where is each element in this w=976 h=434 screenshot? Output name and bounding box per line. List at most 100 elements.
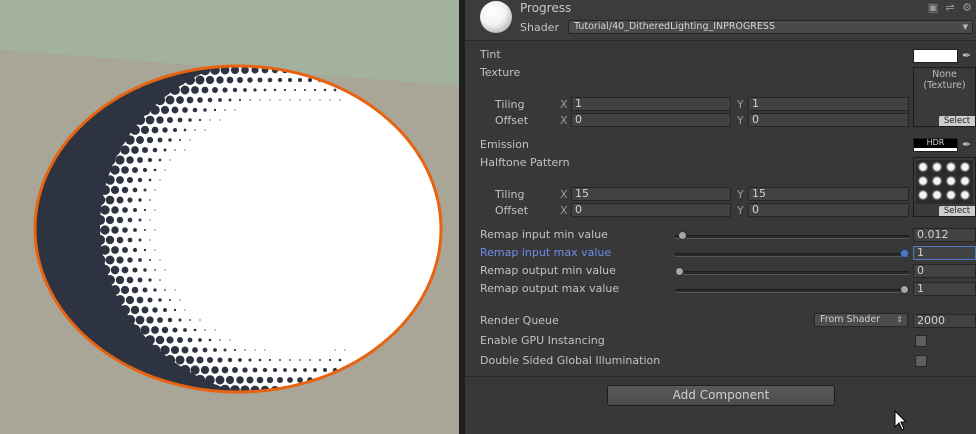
halftone-dot: [157, 317, 163, 323]
slider-value-field[interactable]: 0.012: [913, 228, 976, 242]
halftone-dot: [228, 98, 232, 102]
halftone-texture-slot[interactable]: Select: [913, 157, 976, 217]
halftone-dot: [268, 358, 272, 362]
tint-color-swatch[interactable]: [913, 49, 958, 63]
halftone-dot: [153, 288, 157, 292]
halftone-dot: [193, 328, 197, 332]
halftone-dot: [155, 335, 165, 345]
halftone-dot: [213, 348, 217, 352]
halftone-dot: [322, 367, 328, 373]
scene-render[interactable]: [0, 0, 459, 434]
slider-value-field[interactable]: 1: [913, 282, 976, 296]
double-sided-gi-checkbox[interactable]: [915, 355, 927, 367]
emission-color-swatch[interactable]: HDR: [913, 138, 958, 152]
halftone-dot: [215, 375, 225, 385]
texture-tiling-x-field[interactable]: 1: [571, 97, 731, 111]
halftone-dot: [263, 88, 267, 92]
halftone-dot: [189, 319, 191, 321]
halftone-dot: [333, 88, 337, 92]
halftone-dot: [219, 339, 221, 341]
texture-select-button[interactable]: Select: [939, 116, 975, 126]
halftone-dot: [279, 359, 281, 361]
hdr-intensity-bar: [914, 148, 957, 151]
halftone-dot: [173, 308, 177, 312]
halftone-dot: [105, 215, 115, 225]
halftone-dot: [89, 204, 101, 216]
slider-thumb[interactable]: [900, 285, 909, 294]
slider-track[interactable]: [675, 235, 909, 239]
halftone-dot: [249, 99, 251, 101]
settings-sliders-icon[interactable]: ⇌: [944, 2, 956, 14]
halftone-dot: [104, 154, 116, 166]
halftone-dot: [339, 99, 341, 101]
texture-offset-label: Offset: [495, 114, 529, 127]
halftone-dot: [160, 105, 170, 115]
halftone-dot: [279, 99, 281, 101]
halftone-dot: [213, 108, 217, 112]
halftone-dot: [246, 376, 254, 384]
halftone-dot: [170, 85, 180, 95]
slider-thumb[interactable]: [900, 249, 909, 258]
texture-slot[interactable]: None (Texture) Select: [913, 67, 976, 127]
halftone-dot: [169, 159, 171, 161]
halftone-dot: [258, 358, 262, 362]
slider-track[interactable]: [675, 289, 909, 293]
halftone-select-button[interactable]: Select: [939, 206, 975, 216]
shader-dropdown[interactable]: Tutorial/40_DitheredLighting_INPROGRESS …: [568, 20, 973, 34]
add-component-button[interactable]: Add Component: [607, 385, 835, 406]
slider-value-field[interactable]: 1: [913, 246, 976, 260]
halftone-tiling-y-field[interactable]: 15: [748, 187, 909, 201]
texture-tiling-y-field[interactable]: 1: [748, 97, 909, 111]
texture-offset-y-field[interactable]: 0: [748, 113, 909, 127]
halftone-dot: [104, 274, 116, 286]
halftone-tiling-x-field[interactable]: 15: [571, 187, 731, 201]
render-queue-field[interactable]: 2000: [913, 314, 976, 328]
tint-label: Tint: [480, 48, 501, 61]
halftone-dot: [152, 307, 158, 313]
slider-label: Remap input max value: [480, 246, 612, 259]
slider-thumb[interactable]: [677, 231, 687, 240]
halftone-dot: [252, 367, 258, 373]
gear-icon[interactable]: ⚙: [961, 2, 973, 14]
render-queue-mode: From Shader: [820, 314, 881, 325]
halftone-dot: [309, 99, 311, 101]
halftone-dot: [208, 338, 212, 342]
halftone-dot: [192, 107, 198, 113]
halftone-offset-x-field[interactable]: 0: [571, 203, 731, 217]
halftone-dot: [191, 86, 199, 94]
eyedropper-icon[interactable]: ✒: [962, 139, 974, 151]
halftone-dot: [196, 356, 204, 364]
halftone-dot: [232, 367, 238, 373]
halftone-offset-y-field[interactable]: 0: [748, 203, 909, 217]
halftone-dot: [187, 337, 193, 343]
texture-offset-x-field[interactable]: 0: [571, 113, 731, 127]
halftone-dot: [266, 376, 274, 384]
halftone-dot: [149, 239, 151, 241]
halftone-dot: [94, 254, 106, 266]
halftone-dot: [100, 205, 110, 215]
render-queue-dropdown[interactable]: From Shader ⇕: [814, 313, 908, 327]
slider-track[interactable]: [675, 253, 909, 257]
halftone-dot: [129, 324, 141, 336]
slider-value-field[interactable]: 0: [913, 264, 976, 278]
gpu-instancing-checkbox[interactable]: [915, 335, 927, 347]
halftone-dot: [277, 377, 283, 383]
halftone-dot: [94, 234, 106, 246]
halftone-dot: [133, 208, 137, 212]
halftone-dot: [205, 75, 215, 85]
gpu-instancing-label: Enable GPU Instancing: [480, 334, 605, 347]
slider-thumb[interactable]: [675, 267, 684, 276]
slider-track[interactable]: [675, 271, 909, 275]
halftone-dot: [120, 285, 130, 295]
scene-viewport[interactable]: [0, 0, 459, 434]
book-icon[interactable]: ▣: [927, 2, 939, 14]
halftone-dot: [253, 88, 257, 92]
halftone-dot: [169, 299, 171, 301]
eyedropper-icon[interactable]: ✒: [962, 50, 974, 62]
halftone-dot: [185, 355, 195, 365]
halftone-dot: [205, 375, 215, 385]
halftone-dot: [227, 357, 233, 363]
texture-offset-y-label: Y: [737, 114, 744, 127]
halftone-dot: [328, 358, 332, 362]
halftone-dot: [143, 208, 147, 212]
